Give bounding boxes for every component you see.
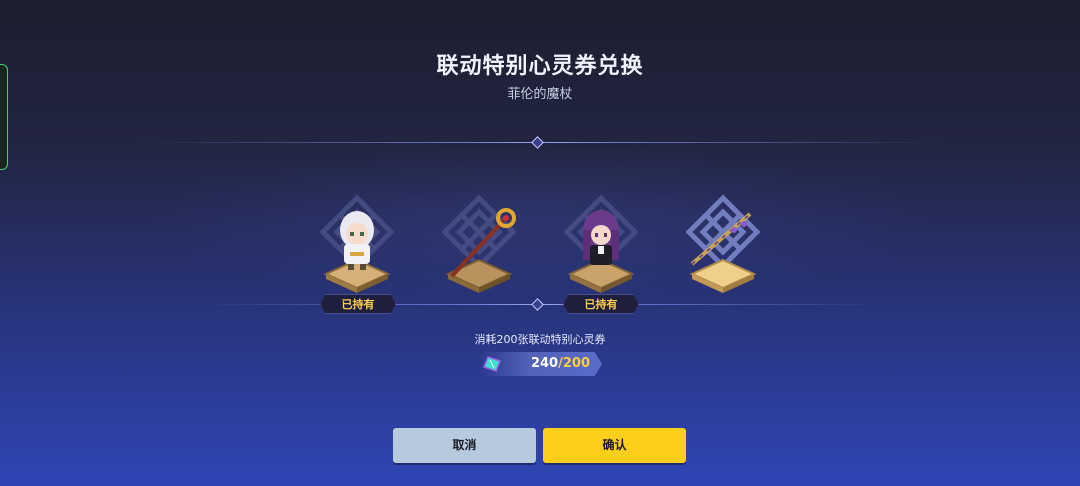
dialog-title: 联动特别心灵券兑换 [436,54,644,79]
staff-icon [450,208,516,278]
fern-character-icon [583,210,619,265]
frieren-character-icon [340,211,374,270]
ticket-count: 240/200 [531,356,590,371]
ticket-icon [483,356,501,372]
confirm-button[interactable]: 确认 [543,428,686,463]
ticket-need: 200 [562,356,590,371]
cost-text: 消耗200张联动特别心灵券 [474,333,606,346]
owned-badge: 已持有 [563,294,639,314]
ticket-counter: 240/200 [480,352,602,376]
staff-icon [690,212,752,266]
item-band-glow [140,143,940,303]
owned-badge: 已持有 [320,294,396,314]
ticket-have: 240 [530,356,559,371]
dialog-subtitle: 菲伦的魔杖 [507,87,573,102]
reward-slot-staff-2[interactable] [668,192,778,304]
reward-slot-character-1[interactable] [302,192,412,304]
reward-slot-staff-1[interactable] [424,192,534,304]
cancel-button[interactable]: 取消 [393,428,536,463]
reward-slot-character-2[interactable] [546,192,656,304]
